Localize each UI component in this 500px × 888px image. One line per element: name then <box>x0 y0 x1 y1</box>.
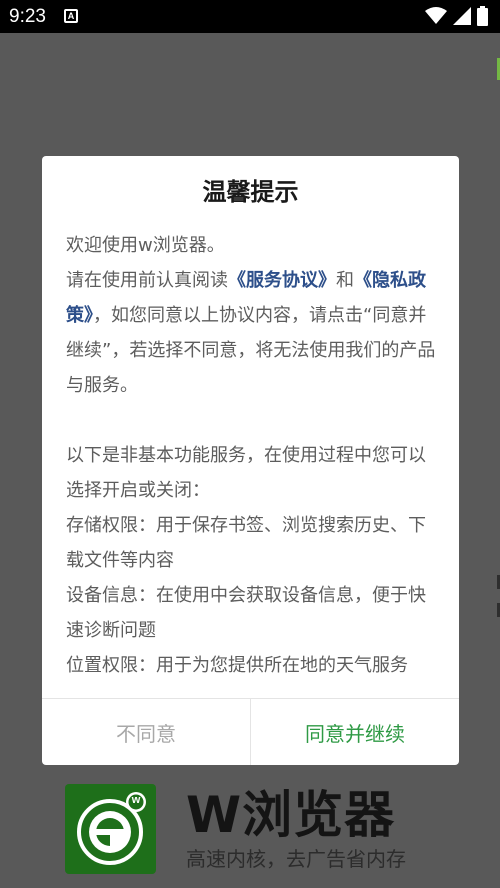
browser-logo-icon <box>77 792 146 865</box>
optional-services-intro: 以下是非基本功能服务，在使用过程中您可以选择开启或关闭： <box>66 445 426 501</box>
signal-icon <box>453 7 471 25</box>
location-permission-text: 位置权限：用于为您提供所在地的天气服务 <box>66 655 408 676</box>
intro-suffix: ，如您同意以上协议内容，请点击“同意并继续”，若选择不同意，将无法使用我们的产品… <box>66 305 436 396</box>
logo-badge-text: w <box>131 794 141 806</box>
app-name: W浏览器 <box>186 786 396 844</box>
and-text: 和 <box>336 270 354 291</box>
status-bar: 9:23 A <box>0 0 500 33</box>
agreement-paragraph: 请在使用前认真阅读《服务协议》和《隐私政策》，如您同意以上协议内容，请点击“同意… <box>66 263 438 403</box>
dialog-footer: 不同意 同意并继续 <box>42 698 459 765</box>
service-agreement-link[interactable]: 《服务协议》 <box>228 270 336 291</box>
privacy-dialog: 温馨提示 欢迎使用w浏览器。 请在使用前认真阅读《服务协议》和《隐私政策》，如您… <box>42 156 459 765</box>
dialog-body: 欢迎使用w浏览器。 请在使用前认真阅读《服务协议》和《隐私政策》，如您同意以上协… <box>66 228 438 683</box>
status-time: 9:23 <box>9 6 46 27</box>
device-info-text: 设备信息：在使用中会获取设备信息，便于快速诊断问题 <box>66 585 426 641</box>
notification-icon: A <box>64 9 78 23</box>
status-icons <box>425 6 488 26</box>
app-logo: w <box>65 784 156 874</box>
agree-continue-button[interactable]: 同意并继续 <box>251 699 459 765</box>
battery-icon <box>477 6 488 26</box>
storage-permission-text: 存储权限：用于保存书签、浏览搜索历史、下载文件等内容 <box>66 515 426 571</box>
disagree-button[interactable]: 不同意 <box>42 699 251 765</box>
app-tagline: 高速内核，去广告省内存 <box>186 847 406 871</box>
dialog-title: 温馨提示 <box>202 178 299 206</box>
intro-prefix: 请在使用前认真阅读 <box>66 270 228 291</box>
welcome-text: 欢迎使用w浏览器。 <box>66 235 225 256</box>
wifi-icon <box>425 7 447 24</box>
